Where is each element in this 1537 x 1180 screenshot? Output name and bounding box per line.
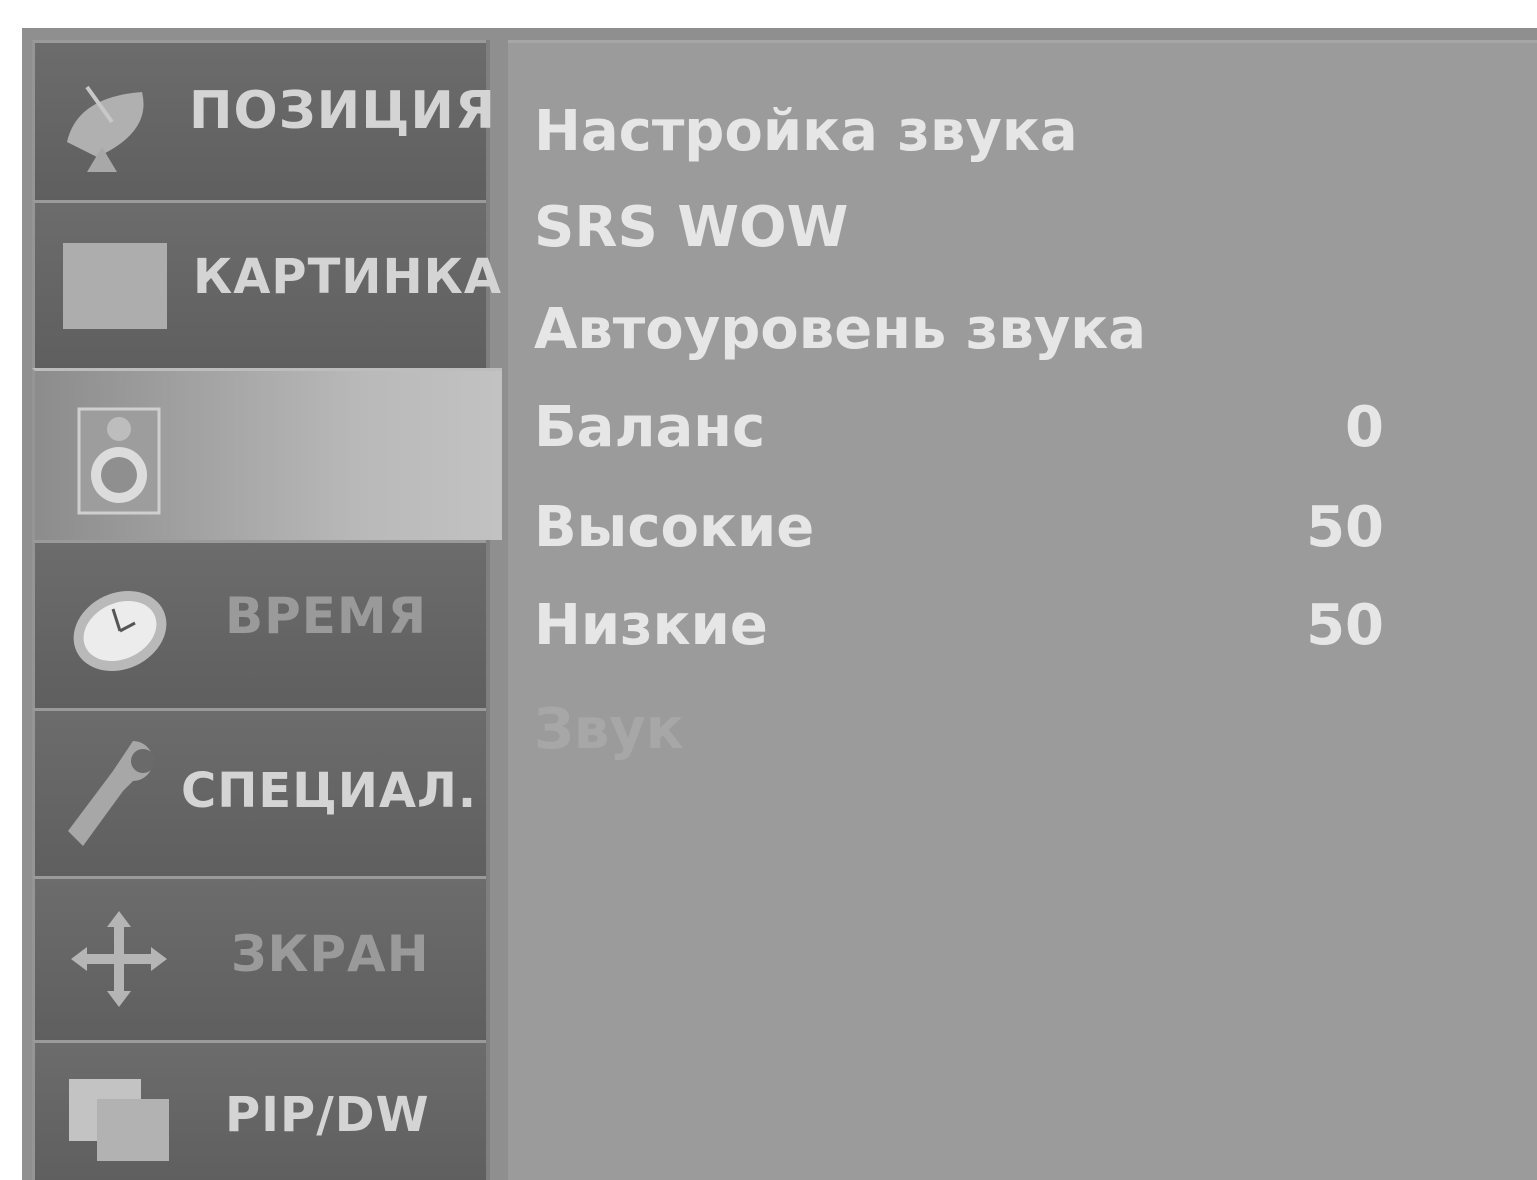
menu-item-bass[interactable]: Низкие 50 (534, 593, 1384, 663)
tab-screen[interactable]: ЗКРАН (32, 876, 486, 1040)
tab-label-screen: ЗКРАН (231, 925, 430, 983)
tab-label-picture: КАРТИНКА (193, 249, 503, 305)
osd-menu: ПОЗИЦИЯ КАРТИНКА ВРЕМЯ СПЕЦИАЛ. ЗКРАН PI… (22, 28, 1537, 1180)
tab-label-special: СПЕЦИАЛ. (181, 763, 478, 819)
satellite-dish-icon (67, 85, 144, 172)
move-arrows-icon (71, 911, 167, 1007)
tab-label-pip: PIP/DW (225, 1087, 430, 1143)
menu-item-sound-setup[interactable]: Настройка звука (534, 99, 1384, 169)
menu-item-label: SRS WOW (534, 195, 849, 260)
menu-item-value: 50 (1306, 495, 1384, 560)
menu-item-label: Автоуровень звука (534, 297, 1147, 362)
tab-sound[interactable] (32, 368, 502, 540)
clock-icon (73, 591, 167, 671)
menu-item-label: Низкие (534, 593, 768, 658)
menu-item-label: Настройка звука (534, 99, 1078, 164)
menu-item-value: 0 (1345, 395, 1384, 460)
menu-item-label: Звук (534, 697, 684, 762)
sound-menu-panel: Настройка звука SRS WOW Автоуровень звук… (508, 40, 1537, 1180)
menu-item-srs-wow[interactable]: SRS WOW (534, 195, 1384, 265)
menu-item-label: Баланс (534, 395, 766, 460)
menu-item-auto-volume[interactable]: Автоуровень звука (534, 297, 1384, 367)
menu-item-balance[interactable]: Баланс 0 (534, 395, 1384, 465)
menu-item-value: 50 (1306, 593, 1384, 658)
picture-square-icon (63, 243, 167, 329)
menu-item-sound[interactable]: Звук (534, 697, 1384, 767)
tab-label-position: ПОЗИЦИЯ (189, 81, 496, 141)
sidebar: ПОЗИЦИЯ КАРТИНКА ВРЕМЯ СПЕЦИАЛ. ЗКРАН PI… (32, 40, 502, 1180)
tab-picture[interactable]: КАРТИНКА (32, 200, 501, 368)
tab-pip[interactable]: PIP/DW (32, 1040, 486, 1180)
tag-icon (68, 741, 155, 846)
tab-label-time: ВРЕМЯ (225, 587, 428, 645)
menu-item-label: Высокие (534, 495, 815, 560)
tab-special[interactable]: СПЕЦИАЛ. (32, 708, 486, 876)
tab-position[interactable]: ПОЗИЦИЯ (32, 40, 495, 200)
tab-time[interactable]: ВРЕМЯ (32, 540, 486, 708)
menu-item-treble[interactable]: Высокие 50 (534, 495, 1384, 565)
speaker-icon (77, 407, 161, 515)
pip-windows-icon (69, 1079, 169, 1161)
